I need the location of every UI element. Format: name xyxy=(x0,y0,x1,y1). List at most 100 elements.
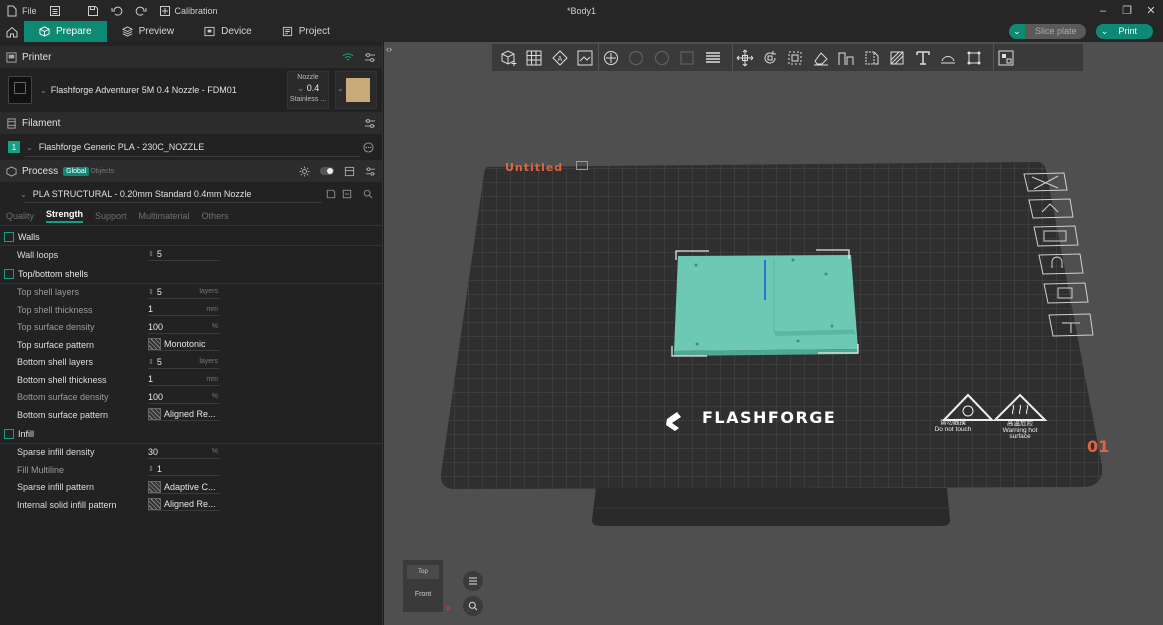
bottom-surface-pattern-select[interactable]: Aligned Re... xyxy=(148,408,220,422)
zoom-button[interactable] xyxy=(463,596,483,616)
measure-button[interactable] xyxy=(961,44,987,71)
tab-device[interactable]: Device xyxy=(189,21,267,42)
maximize-button[interactable]: ❐ xyxy=(1115,0,1139,21)
top-shell-layers-input[interactable]: ⇕ 5 layers xyxy=(148,286,220,299)
filament-name[interactable]: Flashforge Generic PLA - 230C_NOZZLE xyxy=(39,142,205,152)
tab-strength[interactable]: Strength xyxy=(46,209,84,223)
print-button[interactable]: ⌄ Print xyxy=(1096,24,1153,39)
redo-button[interactable] xyxy=(129,0,153,21)
split-parts-button[interactable] xyxy=(649,44,675,71)
search-icon[interactable] xyxy=(363,189,373,199)
layers-icon xyxy=(121,26,133,37)
model-object xyxy=(671,249,859,357)
chevron-down-icon[interactable]: ⌄ xyxy=(20,190,27,199)
sliders-icon[interactable] xyxy=(364,52,376,63)
grid-button[interactable] xyxy=(522,44,548,71)
fill-multiline-input[interactable]: ⇕ 1 xyxy=(148,463,220,477)
tab-prepare[interactable]: Prepare xyxy=(24,21,107,42)
home-button[interactable] xyxy=(0,21,24,42)
rotate-button[interactable] xyxy=(757,44,783,71)
printer-thumbnail xyxy=(8,76,32,104)
filament-index-badge[interactable]: 1 xyxy=(8,141,20,153)
orient-button[interactable]: A xyxy=(547,44,573,71)
top-surface-density-input[interactable]: 100% xyxy=(148,321,220,334)
sliders-icon[interactable] xyxy=(364,118,376,129)
process-preset-name[interactable]: PLA STRUCTURAL - 0.20mm Standard 0.4mm N… xyxy=(33,189,252,199)
printer-name[interactable]: Flashforge Adventurer 5M 0.4 Nozzle - FD… xyxy=(51,85,237,95)
lay-on-face-button[interactable] xyxy=(808,44,834,71)
stepper-icon[interactable]: ⇕ xyxy=(148,250,154,258)
plate-type-selector[interactable]: ⌄ xyxy=(335,71,377,109)
bottom-shell-thickness-input[interactable]: 1 mm xyxy=(148,373,220,387)
slice-plate-button[interactable]: ⌄ Slice plate xyxy=(1008,24,1087,39)
save-button[interactable] xyxy=(81,0,105,21)
top-shell-thickness-input[interactable]: 1 mm xyxy=(148,303,220,317)
file-menu[interactable]: File xyxy=(0,0,43,21)
sun-icon[interactable] xyxy=(299,165,310,177)
chevron-down-icon[interactable]: ⌄ xyxy=(40,86,47,95)
save-icon[interactable] xyxy=(326,189,336,199)
chevron-down-icon[interactable]: ⌄ xyxy=(26,143,33,152)
internal-solid-infill-pattern-select[interactable]: Aligned Re... xyxy=(148,498,220,512)
seam-button[interactable] xyxy=(936,44,962,71)
close-button[interactable]: ✕ xyxy=(1139,0,1163,21)
more-options-icon[interactable] xyxy=(363,141,374,153)
sliders-icon[interactable] xyxy=(365,166,376,177)
filament-row[interactable]: 1 ⌄ Flashforge Generic PLA - 230C_NOZZLE xyxy=(0,134,382,160)
tab-support[interactable]: Support xyxy=(95,211,127,221)
minus-square-icon[interactable] xyxy=(342,189,352,199)
variable-layer-button[interactable] xyxy=(675,44,701,71)
objects-toggle[interactable]: Objects xyxy=(90,168,114,175)
stepper-icon[interactable]: ⇕ xyxy=(148,288,154,296)
advanced-toggle[interactable] xyxy=(320,167,334,175)
arrange-button[interactable] xyxy=(573,44,599,71)
plate-button[interactable] xyxy=(598,44,624,71)
minimize-button[interactable]: – xyxy=(1091,0,1115,21)
menu-button[interactable] xyxy=(43,0,67,21)
cut-button[interactable] xyxy=(834,44,860,71)
boolean-button[interactable] xyxy=(859,44,885,71)
bottom-surface-density-input[interactable]: 100% xyxy=(148,391,220,404)
undo-button[interactable] xyxy=(105,0,129,21)
edit-plate-name-icon[interactable] xyxy=(576,161,588,170)
move-button[interactable] xyxy=(731,44,758,71)
split-button[interactable] xyxy=(624,44,650,71)
plate-name[interactable]: Untitled xyxy=(505,161,563,174)
add-object-button[interactable] xyxy=(496,44,522,71)
wifi-icon[interactable] xyxy=(342,52,354,62)
3d-viewport[interactable]: ‹› A Untitled FLASHFORGE 01 请勿触摸 Do not … xyxy=(384,42,1163,625)
tab-multimaterial[interactable]: Multimaterial xyxy=(139,211,190,221)
walls-group-header: Walls xyxy=(0,228,382,246)
scale-button[interactable] xyxy=(783,44,809,71)
collapse-sidebar-button[interactable]: ‹› xyxy=(386,44,398,56)
view-front-face[interactable]: Front xyxy=(403,582,443,608)
view-cube[interactable]: Top Front xyxy=(403,560,443,612)
assembly-button[interactable] xyxy=(992,44,1019,71)
table-icon[interactable] xyxy=(344,166,355,177)
wall-loops-input[interactable]: ⇕ 5 xyxy=(148,248,220,262)
text-button[interactable] xyxy=(910,44,936,71)
view-top-face[interactable]: Top xyxy=(407,565,439,579)
calibration-menu[interactable]: Calibration xyxy=(153,0,224,21)
stepper-icon[interactable]: ⇕ xyxy=(148,358,154,366)
top-surface-density-option: Top surface density 100% xyxy=(0,319,382,337)
tab-others[interactable]: Others xyxy=(202,211,229,221)
global-toggle[interactable]: Global xyxy=(63,166,90,176)
top-surface-pattern-select[interactable]: Monotonic xyxy=(148,338,220,352)
sparse-infill-density-input[interactable]: 30% xyxy=(148,446,220,459)
tab-project[interactable]: Project xyxy=(267,21,345,42)
support-paint-button[interactable] xyxy=(885,44,911,71)
stepper-icon[interactable]: ⇕ xyxy=(148,465,154,473)
tab-preview[interactable]: Preview xyxy=(107,21,190,42)
process-preset-row[interactable]: ⌄ PLA STRUCTURAL - 0.20mm Standard 0.4mm… xyxy=(0,182,382,206)
view-menu-button[interactable] xyxy=(463,571,483,591)
chevron-down-icon[interactable]: ⌄ xyxy=(1096,24,1113,39)
bottom-shell-layers-input[interactable]: ⇕ 5 layers xyxy=(148,356,220,369)
nozzle-selector[interactable]: Nozzle ⌄ 0.4 Stainless ... xyxy=(287,71,329,109)
sparse-infill-pattern-select[interactable]: Adaptive C... xyxy=(148,480,220,494)
flashforge-logo-icon xyxy=(666,412,681,431)
tab-quality[interactable]: Quality xyxy=(6,211,34,221)
chevron-down-icon[interactable]: ⌄ xyxy=(1008,24,1025,39)
bottom-shell-layers-value: 5 xyxy=(156,356,162,367)
layers-button[interactable] xyxy=(700,44,726,71)
